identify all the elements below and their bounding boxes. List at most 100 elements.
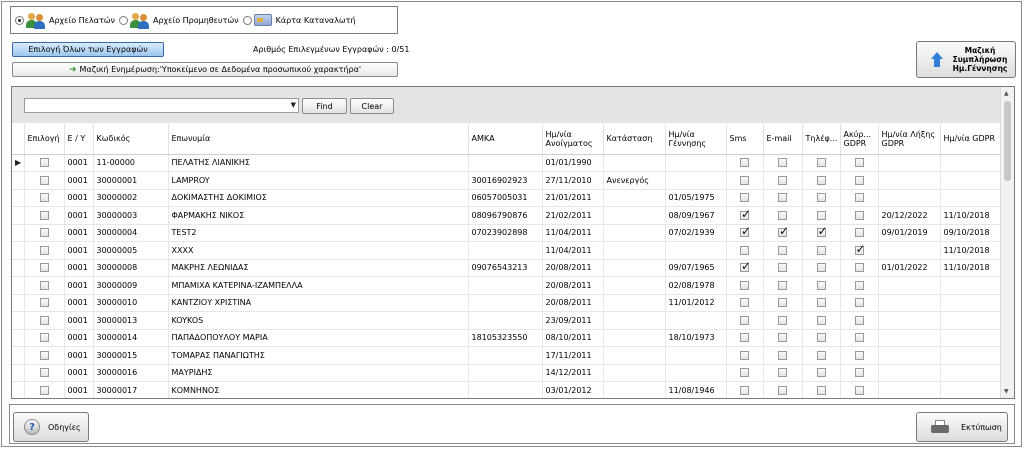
- cell-amka[interactable]: 07023902898: [468, 224, 543, 242]
- cell-status[interactable]: [603, 346, 666, 365]
- cell-name[interactable]: ΜΑΚΡΗΣ ΛΕΩΝΙΔΑΣ: [168, 259, 469, 277]
- cell-open-date[interactable]: 01/01/1990: [542, 154, 604, 172]
- cell-amka[interactable]: 06057005031: [468, 189, 543, 207]
- cancel-gdpr-checkbox[interactable]: [854, 193, 864, 203]
- scroll-up-icon[interactable]: ▲: [1004, 90, 1009, 97]
- cancel-gdpr-checkbox[interactable]: [854, 210, 864, 220]
- cell-ey[interactable]: 0001: [64, 364, 94, 382]
- cancel-gdpr-checkbox[interactable]: [854, 263, 864, 273]
- cell-amka[interactable]: [468, 364, 543, 382]
- cell-status[interactable]: [603, 189, 666, 207]
- email-checkbox[interactable]: [778, 193, 787, 203]
- cell-status[interactable]: Ανενεργός: [603, 171, 666, 190]
- cell-name[interactable]: ΚΟΜΝΗΝΟΣ: [168, 381, 469, 398]
- cell-status[interactable]: [603, 276, 666, 295]
- email-checkbox[interactable]: [778, 350, 787, 360]
- cell-ey[interactable]: 0001: [64, 206, 94, 225]
- table-row[interactable]: 0001 30000008 ΜΑΚΡΗΣ ΛΕΩΝΙΔΑΣ 09076543213 20…: [12, 259, 1002, 277]
- select-checkbox[interactable]: [39, 315, 49, 325]
- cell-status[interactable]: [603, 224, 666, 242]
- cell-gdpr-date[interactable]: [940, 346, 1002, 365]
- row-indicator[interactable]: ▶: [12, 154, 25, 172]
- cell-birth-date[interactable]: [665, 346, 727, 365]
- cell-gdpr-expiry[interactable]: [878, 311, 941, 330]
- help-button[interactable]: ? Οδηγίες: [13, 412, 89, 442]
- cell-gdpr-expiry[interactable]: [878, 364, 941, 382]
- column-header[interactable]: Τηλέφ...: [802, 124, 841, 155]
- cell-code[interactable]: 30000008: [93, 259, 169, 277]
- cell-status[interactable]: [603, 259, 666, 277]
- select-checkbox[interactable]: [39, 175, 49, 185]
- cell-gdpr-date[interactable]: 11/10/2018: [940, 259, 1002, 277]
- column-header[interactable]: Sms: [726, 124, 764, 155]
- cell-gdpr-expiry[interactable]: [878, 171, 941, 190]
- sms-checkbox[interactable]: [740, 175, 749, 185]
- cell-amka[interactable]: 30016902923: [468, 171, 543, 190]
- table-row[interactable]: 0001 30000017 ΚΟΜΝΗΝΟΣ 03/01/2012 11/08/1946: [12, 381, 1002, 398]
- cell-birth-date[interactable]: 09/07/1965: [665, 259, 727, 277]
- select-checkbox[interactable]: [39, 350, 49, 360]
- column-header[interactable]: Ε / Υ: [64, 124, 94, 155]
- chevron-down-icon[interactable]: ▼: [291, 101, 296, 109]
- cell-ey[interactable]: 0001: [64, 171, 94, 190]
- column-header[interactable]: Κατάσταση: [603, 124, 666, 155]
- sms-checkbox[interactable]: [740, 368, 749, 378]
- cancel-gdpr-checkbox[interactable]: [854, 280, 864, 290]
- cell-amka[interactable]: [468, 276, 543, 295]
- cell-ey[interactable]: 0001: [64, 189, 94, 207]
- phone-checkbox[interactable]: [816, 193, 826, 203]
- row-indicator[interactable]: [12, 276, 25, 295]
- phone-checkbox[interactable]: [816, 350, 826, 360]
- cell-code[interactable]: 30000004: [93, 224, 169, 242]
- select-checkbox[interactable]: [39, 245, 49, 255]
- cell-code[interactable]: 11-00000: [93, 154, 169, 172]
- cell-status[interactable]: [603, 241, 666, 260]
- cell-open-date[interactable]: 11/04/2011: [542, 241, 604, 260]
- table-row[interactable]: 0001 30000013 KOYKOS 23/09/2011: [12, 311, 1002, 330]
- phone-checkbox[interactable]: [816, 298, 826, 308]
- sms-checkbox[interactable]: [740, 385, 749, 395]
- cell-gdpr-expiry[interactable]: 09/01/2019: [878, 224, 941, 242]
- clear-button[interactable]: Clear: [350, 98, 394, 114]
- column-header[interactable]: Επωνυμία: [168, 124, 469, 155]
- cell-name[interactable]: ΔΟΚΙΜΑΣΤΗΣ ΔΟΚΙΜΙΟΣ: [168, 189, 469, 207]
- cell-gdpr-date[interactable]: [940, 329, 1002, 347]
- email-checkbox[interactable]: [778, 158, 787, 168]
- cell-name[interactable]: ΚΑΝΤΖΙΟΥ ΧΡΙΣΤΙΝΑ: [168, 294, 469, 312]
- cancel-gdpr-checkbox[interactable]: [854, 158, 864, 168]
- email-checkbox[interactable]: [778, 280, 787, 290]
- cell-ey[interactable]: 0001: [64, 224, 94, 242]
- row-indicator[interactable]: [12, 364, 25, 382]
- cell-status[interactable]: [603, 381, 666, 398]
- cell-open-date[interactable]: 14/12/2011: [542, 364, 604, 382]
- table-row[interactable]: 0001 30000016 ΜΑΥΡΙΔΗΣ 14/12/2011: [12, 364, 1002, 382]
- cancel-gdpr-checkbox[interactable]: [854, 298, 864, 308]
- cell-birth-date[interactable]: [665, 364, 727, 382]
- table-row[interactable]: 0001 30000009 ΜΠΑΜΙΧΑ ΚΑΤΕΡΙΝΑ-ΙΖΑΜΠΕΛΛΑ 20…: [12, 276, 1002, 295]
- email-checkbox[interactable]: [778, 210, 787, 220]
- cancel-gdpr-checkbox[interactable]: [854, 242, 866, 256]
- scroll-down-icon[interactable]: ▼: [1004, 388, 1009, 395]
- cell-gdpr-date[interactable]: [940, 276, 1002, 295]
- select-checkbox[interactable]: [39, 298, 49, 308]
- cancel-gdpr-checkbox[interactable]: [854, 228, 864, 238]
- cell-ey[interactable]: 0001: [64, 241, 94, 260]
- cell-open-date[interactable]: 27/11/2010: [542, 171, 604, 190]
- sms-checkbox[interactable]: [740, 193, 749, 203]
- cell-birth-date[interactable]: 18/10/1973: [665, 329, 727, 347]
- row-indicator[interactable]: [12, 224, 25, 242]
- select-checkbox[interactable]: [39, 368, 49, 378]
- cell-amka[interactable]: [468, 381, 543, 398]
- cell-code[interactable]: 30000015: [93, 346, 169, 365]
- row-indicator[interactable]: [12, 241, 25, 260]
- select-checkbox[interactable]: [39, 210, 49, 220]
- table-row[interactable]: 0001 30000014 ΠΑΠΑΔΟΠΟΥΛΟΥ ΜΑΡΙΑ 1810532355…: [12, 329, 1002, 347]
- row-indicator[interactable]: [12, 381, 25, 398]
- cell-code[interactable]: 30000013: [93, 311, 169, 330]
- cell-birth-date[interactable]: 02/08/1978: [665, 276, 727, 295]
- vertical-scrollbar[interactable]: ▲ ▼: [1000, 87, 1014, 398]
- phone-checkbox[interactable]: [816, 210, 826, 220]
- cell-name[interactable]: ΠΕΛΑΤΗΣ ΛΙΑΝΙΚΗΣ: [168, 154, 469, 172]
- phone-checkbox[interactable]: [816, 158, 826, 168]
- cell-gdpr-date[interactable]: [940, 154, 1002, 172]
